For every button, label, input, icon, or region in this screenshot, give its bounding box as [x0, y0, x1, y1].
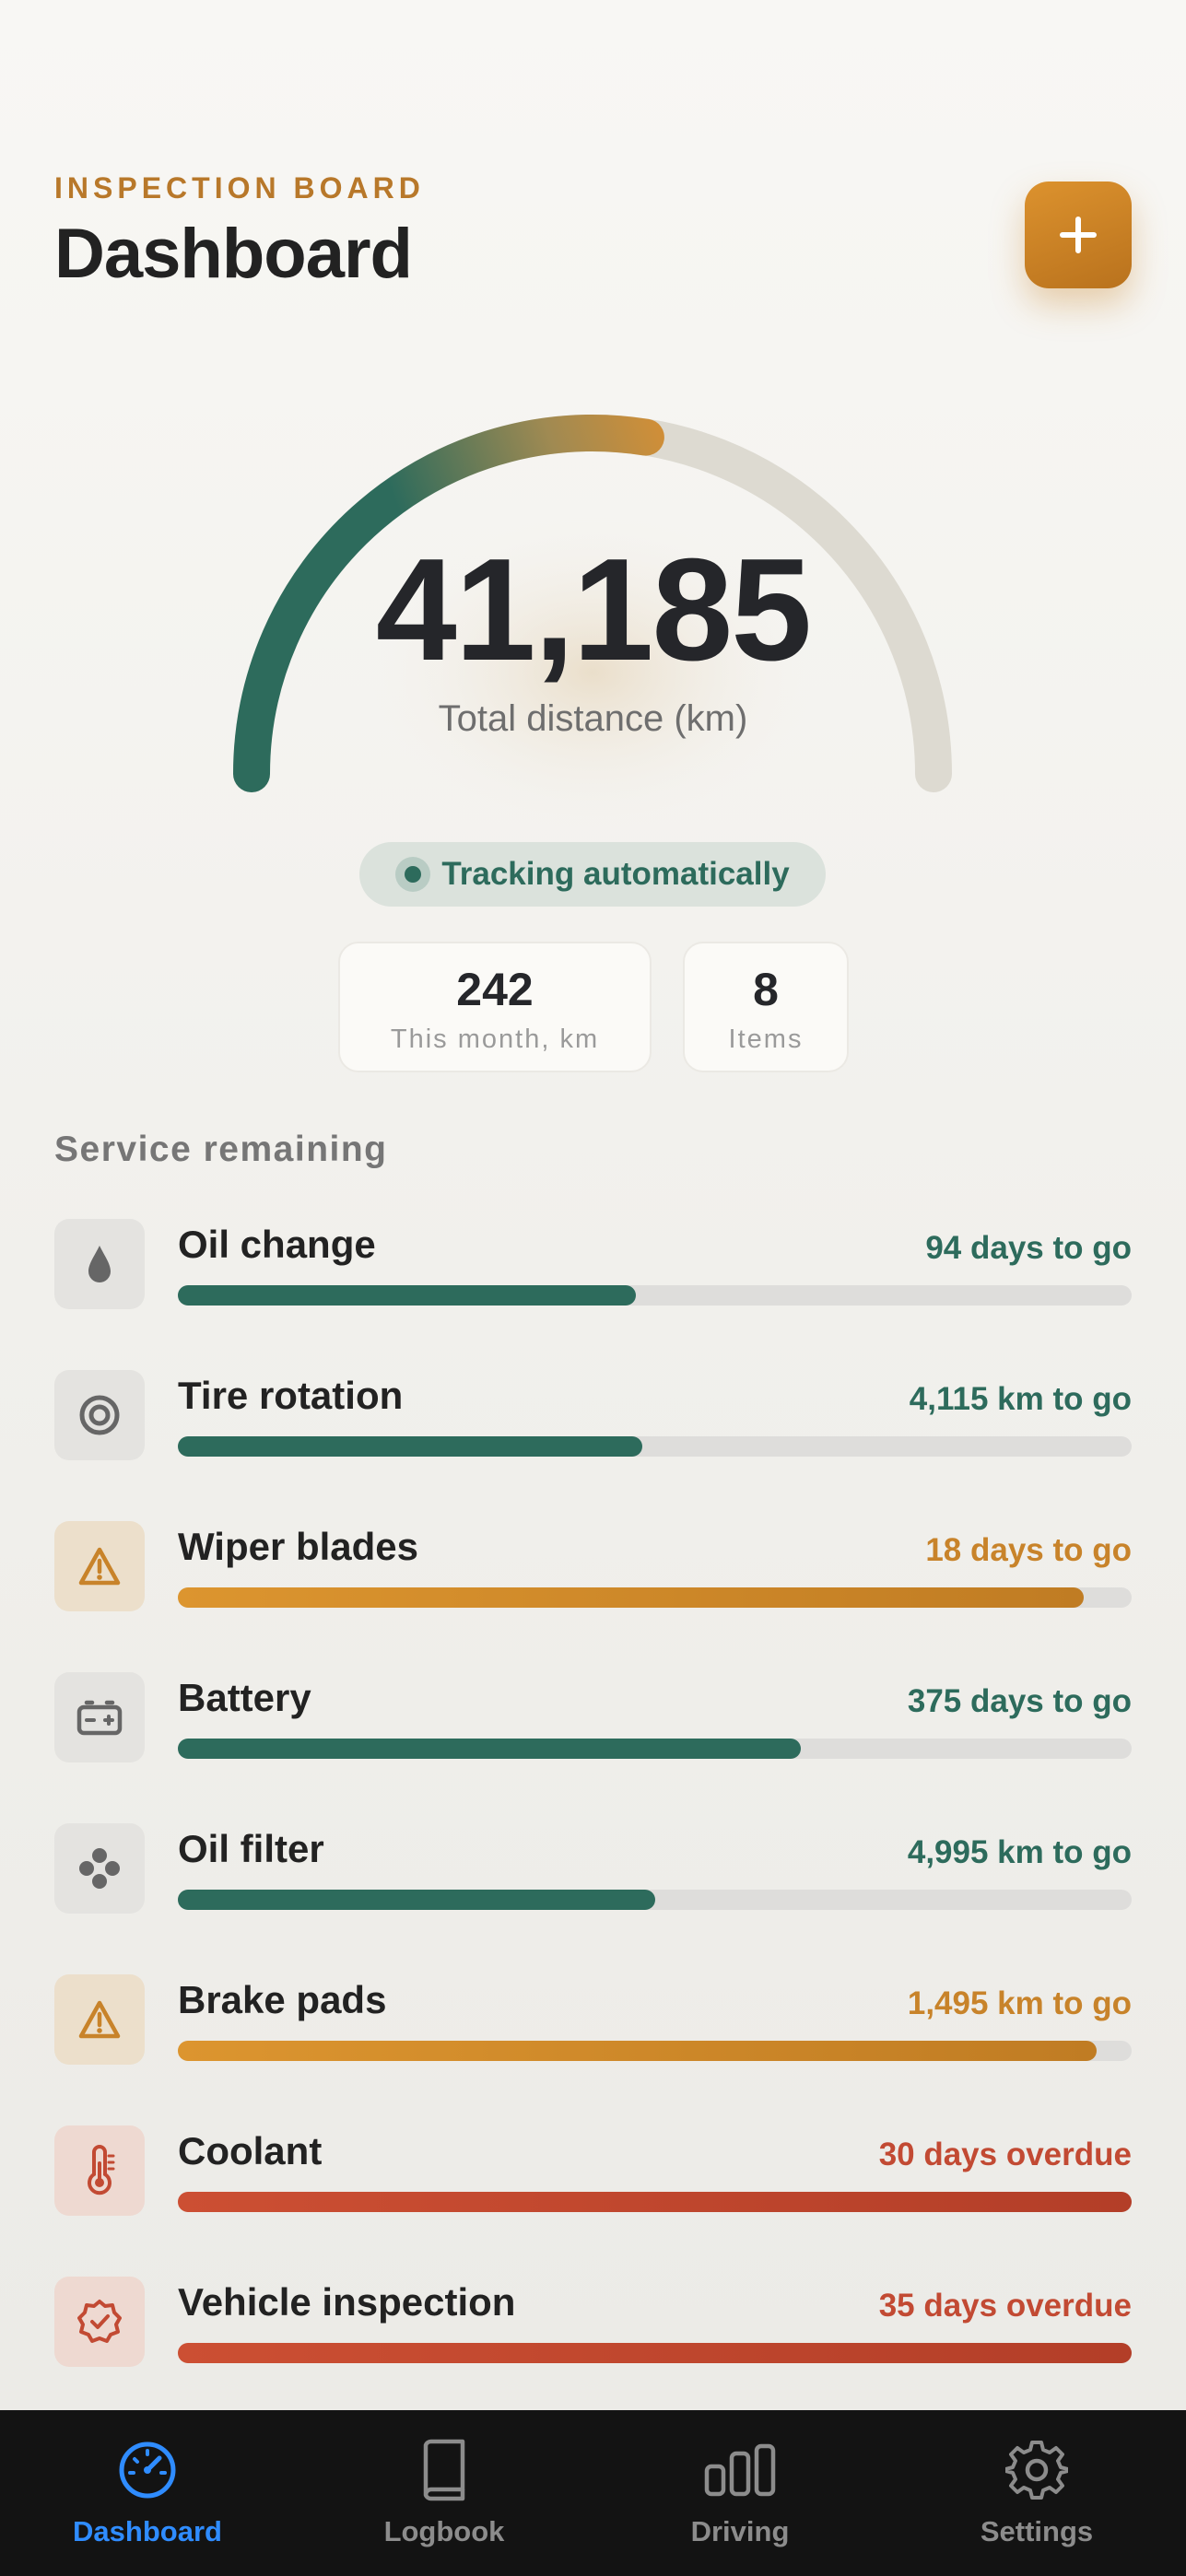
service-icon-box: [54, 1521, 145, 1611]
total-distance-value: 41,185: [375, 529, 812, 691]
service-row-battery[interactable]: Battery 375 days to go: [54, 1672, 1132, 1774]
service-progress-track: [178, 2192, 1132, 2212]
service-icon-box: [54, 1370, 145, 1460]
gear-icon: [1005, 2441, 1068, 2500]
service-icon-box: [54, 1974, 145, 2065]
service-name: Oil filter: [178, 1827, 324, 1870]
service-name: Brake pads: [178, 1978, 387, 2021]
tab-dashboard[interactable]: Dashboard: [37, 2436, 258, 2548]
service-status: 375 days to go: [907, 1683, 1132, 1719]
service-icon-box: [54, 2125, 145, 2216]
stat-month-value: 242: [456, 964, 534, 1015]
service-name: Oil change: [178, 1223, 376, 1266]
service-name: Battery: [178, 1676, 311, 1719]
tracking-status-label: Tracking automatically: [441, 856, 790, 892]
stat-card-month: 242 This month, km: [338, 942, 652, 1072]
service-status: 4,115 km to go: [909, 1381, 1132, 1417]
bar-chart-icon: [704, 2443, 776, 2497]
stat-items-value: 8: [753, 964, 779, 1015]
tab-label: Dashboard: [73, 2515, 222, 2547]
service-progress-fill: [178, 2192, 1132, 2212]
thermometer-icon: [88, 2145, 115, 2195]
service-row-brake-pads[interactable]: Brake pads 1,495 km to go: [54, 1974, 1132, 2076]
service-progress-track: [178, 1890, 1132, 1910]
tab-label: Settings: [980, 2515, 1094, 2547]
service-progress-track: [178, 2041, 1132, 2061]
service-row-vehicle-inspection[interactable]: Vehicle inspection 35 days overdue: [54, 2277, 1132, 2378]
service-name: Vehicle inspection: [178, 2280, 516, 2324]
service-status: 1,495 km to go: [907, 1985, 1132, 2021]
service-progress-fill: [178, 2343, 1132, 2363]
badge-check-icon: [77, 2300, 122, 2343]
service-progress-fill: [178, 1890, 655, 1910]
service-progress-track: [178, 1739, 1132, 1759]
stat-items-label: Items: [728, 1025, 804, 1054]
service-section-title: Service remaining: [54, 1130, 388, 1169]
book-icon: [423, 2439, 465, 2501]
service-row-coolant[interactable]: Coolant 30 days overdue: [54, 2125, 1132, 2227]
total-distance-label: Total distance (km): [438, 698, 748, 739]
tab-bar: Dashboard Logbook Driving Settings: [0, 2410, 1186, 2576]
tab-settings[interactable]: Settings: [926, 2436, 1147, 2548]
service-row-wiper-blades[interactable]: Wiper blades 18 days to go: [54, 1521, 1132, 1622]
service-row-tire-rotation[interactable]: Tire rotation 4,115 km to go: [54, 1370, 1132, 1471]
tab-logbook[interactable]: Logbook: [334, 2436, 555, 2548]
service-status: 35 days overdue: [878, 2288, 1132, 2324]
service-progress-track: [178, 1436, 1132, 1457]
stat-month-label: This month, km: [390, 1025, 600, 1054]
service-progress-fill: [178, 1587, 1085, 1608]
service-name: Wiper blades: [178, 1525, 419, 1568]
service-icon-box: [54, 1823, 145, 1914]
tab-driving[interactable]: Driving: [629, 2436, 851, 2548]
tab-label: Driving: [690, 2515, 790, 2547]
service-status: 94 days to go: [925, 1230, 1132, 1266]
service-progress-track: [178, 2343, 1132, 2363]
warning-icon: [78, 1547, 121, 1586]
service-icon-box: [54, 1672, 145, 1762]
stat-card-items: 8 Items: [683, 942, 849, 1072]
service-row-oil-change[interactable]: Oil change 94 days to go: [54, 1219, 1132, 1320]
service-progress-fill: [178, 2041, 1097, 2061]
tire-icon: [79, 1395, 120, 1435]
battery-icon: [76, 1700, 123, 1736]
service-icon-box: [54, 1219, 145, 1309]
service-status: 4,995 km to go: [907, 1834, 1132, 1870]
service-progress-fill: [178, 1436, 643, 1457]
tab-label: Logbook: [383, 2515, 505, 2547]
service-row-oil-filter[interactable]: Oil filter 4,995 km to go: [54, 1823, 1132, 1925]
filter-icon: [79, 1848, 120, 1889]
service-progress-fill: [178, 1285, 636, 1306]
warning-icon: [78, 2000, 121, 2039]
service-status: 18 days to go: [925, 1532, 1132, 1568]
tracking-dot-icon: [395, 857, 431, 892]
service-name: Tire rotation: [178, 1374, 404, 1417]
service-progress-track: [178, 1285, 1132, 1306]
service-name: Coolant: [178, 2129, 323, 2172]
tracking-status-pill[interactable]: Tracking automatically: [359, 842, 826, 907]
drop-icon: [88, 1246, 111, 1282]
service-status: 30 days overdue: [878, 2137, 1132, 2172]
service-progress-fill: [178, 1739, 801, 1759]
service-progress-track: [178, 1587, 1132, 1608]
speedometer-icon: [119, 2441, 176, 2499]
service-icon-box: [54, 2277, 145, 2367]
